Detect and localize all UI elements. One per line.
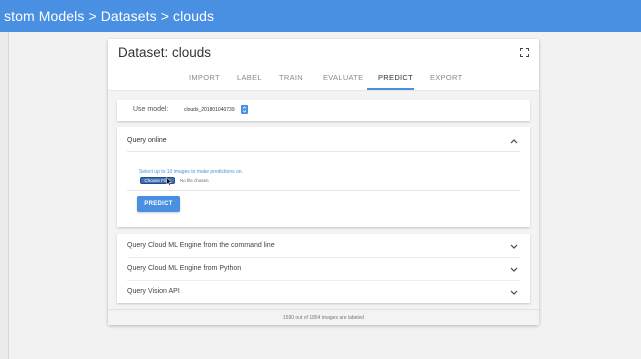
- model-selector-panel: Use model: clouds_201801040739: [117, 100, 530, 121]
- chevron-up-icon[interactable]: [510, 139, 518, 144]
- accordion-item-python[interactable]: Query Cloud ML Engine from Python: [117, 257, 530, 280]
- tab-import[interactable]: IMPORT: [189, 73, 220, 88]
- accordion-item-label: Query Cloud ML Engine from the command l…: [127, 242, 275, 249]
- use-model-label: Use model:: [133, 106, 169, 113]
- footer-divider: [108, 309, 539, 310]
- chevron-down-icon[interactable]: [510, 267, 518, 272]
- upload-instruction: Select up to 10 images to make predictio…: [139, 169, 243, 175]
- top-app-bar: stom Models > Datasets > clouds: [0, 0, 641, 32]
- label-progress-text: 1590 out of 1854 images are labeled: [282, 315, 365, 321]
- tab-label[interactable]: LABEL: [237, 73, 262, 88]
- fullscreen-icon[interactable]: [520, 48, 529, 57]
- tab-bar: IMPORT LABEL TRAIN EVALUATE PREDICT EXPO…: [108, 73, 539, 89]
- query-online-header[interactable]: Query online: [127, 137, 167, 144]
- chevron-down-icon[interactable]: [510, 290, 518, 295]
- breadcrumb[interactable]: stom Models > Datasets > clouds: [4, 8, 214, 24]
- query-options-accordion: Query Cloud ML Engine from the command l…: [117, 234, 530, 303]
- tab-train[interactable]: TRAIN: [279, 73, 303, 88]
- predict-button[interactable]: PREDICT: [137, 196, 180, 212]
- dropdown-icon[interactable]: [241, 105, 248, 114]
- model-select[interactable]: clouds_201801040739: [184, 107, 235, 113]
- tab-export[interactable]: EXPORT: [430, 73, 463, 88]
- tab-predict[interactable]: PREDICT: [378, 73, 413, 88]
- accordion-item-command-line[interactable]: Query Cloud ML Engine from the command l…: [117, 234, 530, 257]
- panel-divider: [127, 151, 520, 152]
- tab-evaluate[interactable]: EVALUATE: [323, 73, 363, 88]
- accordion-item-label: Query Cloud ML Engine from Python: [127, 265, 242, 272]
- accordion-item-label: Query Vision API: [127, 288, 180, 295]
- accordion-item-vision-api[interactable]: Query Vision API: [117, 280, 530, 303]
- chevron-down-icon[interactable]: [510, 244, 518, 249]
- query-online-panel: Query online Select up to 10 images to m…: [117, 127, 530, 227]
- file-status-text: No file chosen: [180, 178, 209, 183]
- mouse-pointer-icon: [166, 177, 172, 186]
- dataset-card: Dataset: clouds IMPORT LABEL TRAIN EVALU…: [108, 39, 539, 325]
- panel-divider: [127, 190, 520, 191]
- page-title: Dataset: clouds: [118, 45, 212, 60]
